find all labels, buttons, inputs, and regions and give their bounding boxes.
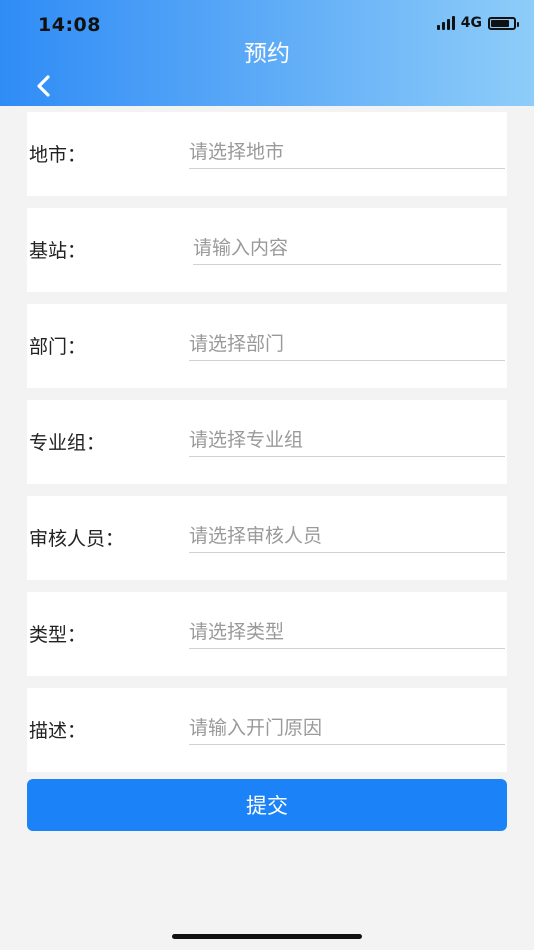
city-select[interactable]	[189, 136, 505, 169]
type-select[interactable]	[189, 616, 505, 649]
page-title: 预约	[244, 41, 290, 67]
battery-level	[491, 19, 509, 27]
department-label: 部门：	[29, 336, 87, 358]
description-label: 描述：	[29, 720, 87, 742]
chevron-left-icon	[37, 75, 50, 97]
team-label: 专业组：	[29, 432, 106, 454]
booking-form: 地市： 基站： 部门： 专业组： 审核人员： 类型： 描述：	[27, 112, 507, 784]
department-select[interactable]	[189, 328, 505, 361]
type-label: 类型：	[29, 624, 87, 646]
station-label: 基站：	[29, 240, 87, 262]
network-type: 4G	[460, 15, 482, 31]
battery-icon	[488, 16, 519, 30]
back-button[interactable]	[30, 72, 58, 100]
submit-button[interactable]: 提交	[27, 779, 507, 831]
reviewer-select[interactable]	[189, 520, 505, 553]
form-row-type: 类型：	[27, 592, 507, 676]
team-select[interactable]	[189, 424, 505, 457]
status-time: 14:08	[38, 14, 101, 36]
status-indicators: 4G	[436, 15, 519, 31]
signal-icon	[436, 16, 455, 30]
form-row-team: 专业组：	[27, 400, 507, 484]
app-header: 14:08 4G 预约	[0, 0, 534, 106]
form-row-reviewer: 审核人员：	[27, 496, 507, 580]
home-indicator	[172, 934, 362, 939]
reviewer-label: 审核人员：	[29, 528, 125, 550]
form-row-department: 部门：	[27, 304, 507, 388]
form-row-city: 地市：	[27, 112, 507, 196]
city-label: 地市：	[29, 144, 87, 166]
form-row-station: 基站：	[27, 208, 507, 292]
description-input[interactable]	[189, 712, 505, 745]
station-input[interactable]	[193, 232, 501, 265]
form-row-description: 描述：	[27, 688, 507, 772]
